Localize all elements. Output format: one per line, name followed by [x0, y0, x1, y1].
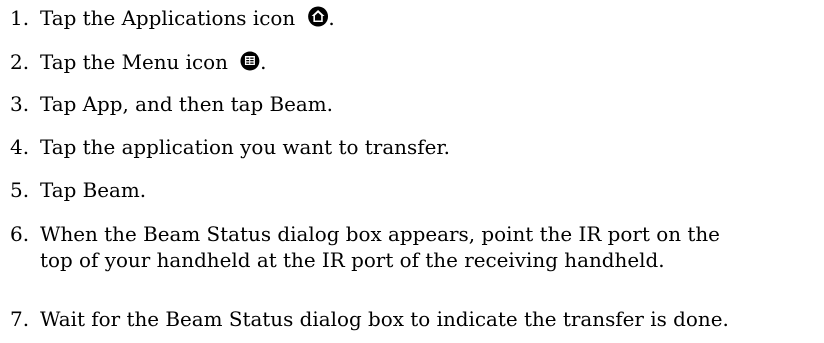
- step-text: Tap the Menu icon: [40, 50, 228, 74]
- step-number: 3.: [10, 92, 30, 116]
- step-number: 1.: [10, 6, 30, 30]
- step-text-line-2: top of your handheld at the IR port of t…: [40, 248, 665, 272]
- step-2: 2. Tap the Menu icon .: [0, 49, 824, 77]
- step-number: 4.: [10, 135, 30, 159]
- step-text: Tap the application you want to transfer…: [40, 135, 451, 159]
- step-number: 2.: [10, 50, 30, 74]
- step-text: Tap App, and then tap Beam.: [40, 92, 333, 116]
- step-suffix: .: [328, 6, 335, 30]
- step-number: 6.: [10, 222, 30, 246]
- step-number: 5.: [10, 178, 30, 202]
- instruction-list: 1. Tap the Applications icon . 2. Tap th…: [0, 0, 824, 343]
- step-text: Tap the Applications icon: [40, 6, 296, 30]
- step-1: 1. Tap the Applications icon .: [0, 5, 824, 33]
- step-text: Wait for the Beam Status dialog box to i…: [40, 307, 729, 331]
- step-3: 3. Tap App, and then tap Beam.: [0, 91, 824, 117]
- step-7: 7. Wait for the Beam Status dialog box t…: [0, 306, 824, 332]
- menu-icon: [240, 51, 260, 77]
- step-number: 7.: [10, 307, 30, 331]
- step-4: 4. Tap the application you want to trans…: [0, 134, 824, 160]
- applications-icon: [307, 6, 328, 33]
- step-text: Tap Beam.: [40, 178, 147, 202]
- step-5: 5. Tap Beam.: [0, 177, 824, 203]
- step-text-line-1: When the Beam Status dialog box appears,…: [40, 222, 720, 246]
- step-6: 6. When the Beam Status dialog box appea…: [0, 221, 824, 273]
- step-suffix: .: [260, 50, 267, 74]
